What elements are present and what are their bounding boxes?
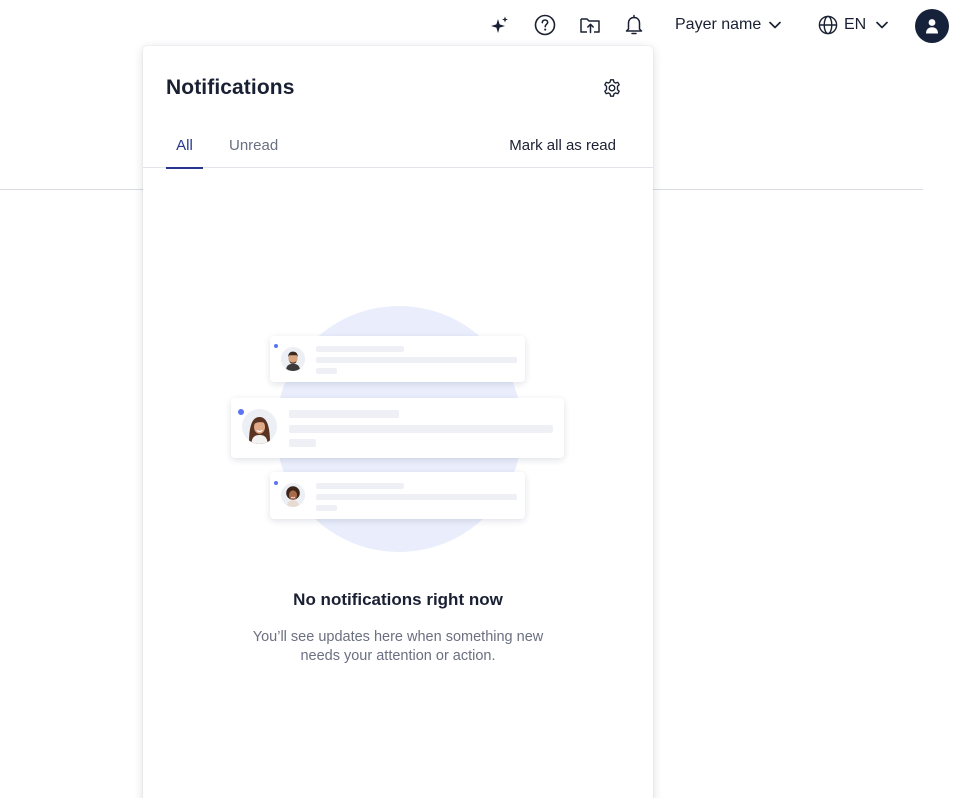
globe-icon xyxy=(818,15,838,35)
bell-icon[interactable] xyxy=(621,12,647,38)
top-bar: Payer name EN xyxy=(0,0,972,50)
payer-name-label: Payer name xyxy=(675,16,762,33)
empty-state-illustration xyxy=(229,301,569,561)
placeholder-line xyxy=(316,346,404,352)
illustration-card xyxy=(270,336,525,382)
language-selector[interactable]: EN xyxy=(818,14,889,36)
empty-state-description: You’ll see updates here when something n… xyxy=(252,629,544,664)
empty-state-title: No notifications right now xyxy=(293,590,503,609)
language-label: EN xyxy=(844,16,867,33)
payer-selector[interactable]: Payer name xyxy=(675,14,782,36)
placeholder-line xyxy=(316,494,517,500)
person-avatar-icon xyxy=(242,409,277,444)
mark-all-as-read-button[interactable]: Mark all as read xyxy=(509,137,616,154)
notification-tabs: All Unread Mark all as read xyxy=(143,134,653,169)
notifications-panel: Notifications All Unread Mark all as rea… xyxy=(143,46,653,798)
settings-button[interactable] xyxy=(600,76,624,100)
illustration-card xyxy=(231,398,564,458)
user-icon xyxy=(926,19,938,34)
folder-upload-icon[interactable] xyxy=(577,12,603,38)
person-avatar-icon xyxy=(281,347,305,371)
gear-icon xyxy=(604,79,620,97)
panel-title: Notifications xyxy=(166,76,295,99)
placeholder-line xyxy=(289,439,316,447)
placeholder-line xyxy=(316,357,517,363)
unread-dot xyxy=(238,409,244,415)
placeholder-line xyxy=(316,483,404,489)
tab-all[interactable]: All xyxy=(166,137,203,169)
unread-dot xyxy=(274,481,278,485)
chevron-down-icon xyxy=(876,21,889,29)
sparkle-icon[interactable] xyxy=(487,12,513,38)
help-icon[interactable] xyxy=(532,12,558,38)
person-avatar-icon xyxy=(281,483,305,507)
placeholder-line xyxy=(289,425,553,433)
placeholder-line xyxy=(289,410,399,418)
chevron-down-icon xyxy=(769,21,782,29)
user-avatar[interactable] xyxy=(915,9,949,43)
placeholder-line xyxy=(316,368,337,374)
tab-unread[interactable]: Unread xyxy=(229,137,278,168)
placeholder-line xyxy=(316,505,337,511)
unread-dot xyxy=(274,344,278,348)
illustration-card xyxy=(270,472,525,519)
